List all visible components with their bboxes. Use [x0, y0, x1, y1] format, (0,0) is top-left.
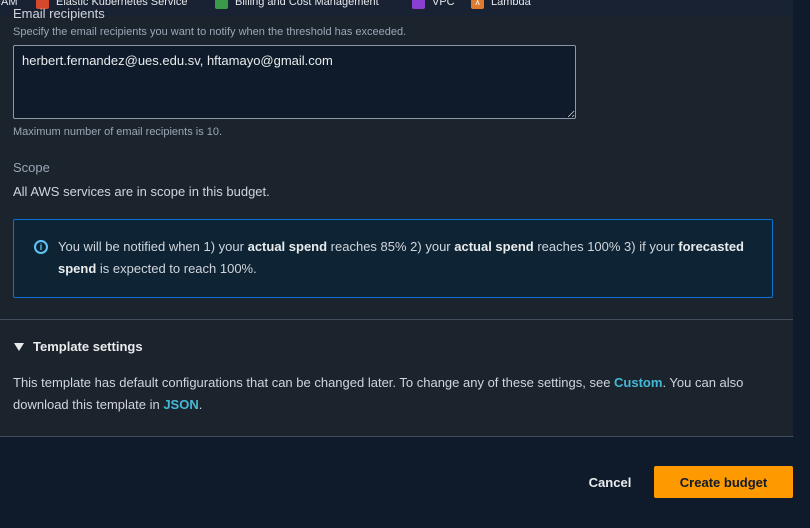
email-recipients-constraint: Maximum number of email recipients is 10…	[13, 126, 223, 138]
template-settings-toggle[interactable]: Template settings	[13, 339, 143, 354]
template-settings-title: Template settings	[33, 339, 143, 354]
vpc-icon	[412, 0, 425, 9]
scope-label: Scope	[13, 160, 50, 175]
email-recipients-input[interactable]: herbert.fernandez@ues.edu.sv, hftamayo@g…	[13, 45, 576, 119]
custom-link[interactable]: Custom	[614, 375, 662, 390]
info-icon: i	[34, 240, 48, 254]
favorite-label: VPC	[432, 0, 455, 8]
notification-info-alert: i You will be notified when 1) your actu…	[13, 219, 773, 298]
favorite-label: Billing and Cost Management	[235, 0, 379, 8]
cancel-button[interactable]: Cancel	[578, 466, 642, 498]
favorite-label: Lambda	[491, 0, 531, 8]
template-settings-description: This template has default configurations…	[13, 375, 744, 412]
billing-icon	[215, 0, 228, 9]
create-budget-button[interactable]: Create budget	[654, 466, 793, 498]
favorites-bar: IAM Elastic Kubernetes Service Billing a…	[0, 0, 810, 16]
section-divider	[0, 319, 793, 320]
scope-text: All AWS services are in scope in this bu…	[13, 184, 270, 199]
email-recipients-description: Specify the email recipients you want to…	[13, 26, 407, 38]
json-link[interactable]: JSON	[163, 397, 198, 412]
caret-down-icon	[14, 342, 24, 351]
favorite-lambda[interactable]: λ Lambda	[471, 0, 531, 9]
lambda-icon: λ	[471, 0, 484, 9]
alert-message: You will be notified when 1) your actual…	[58, 239, 744, 276]
favorite-vpc[interactable]: VPC	[412, 0, 455, 9]
favorite-billing[interactable]: Billing and Cost Management	[215, 0, 379, 9]
budget-form-panel: Email recipients Specify the email recip…	[0, 6, 794, 437]
scrollbar-track	[793, 0, 810, 436]
email-recipients-label: Email recipients	[13, 6, 105, 21]
